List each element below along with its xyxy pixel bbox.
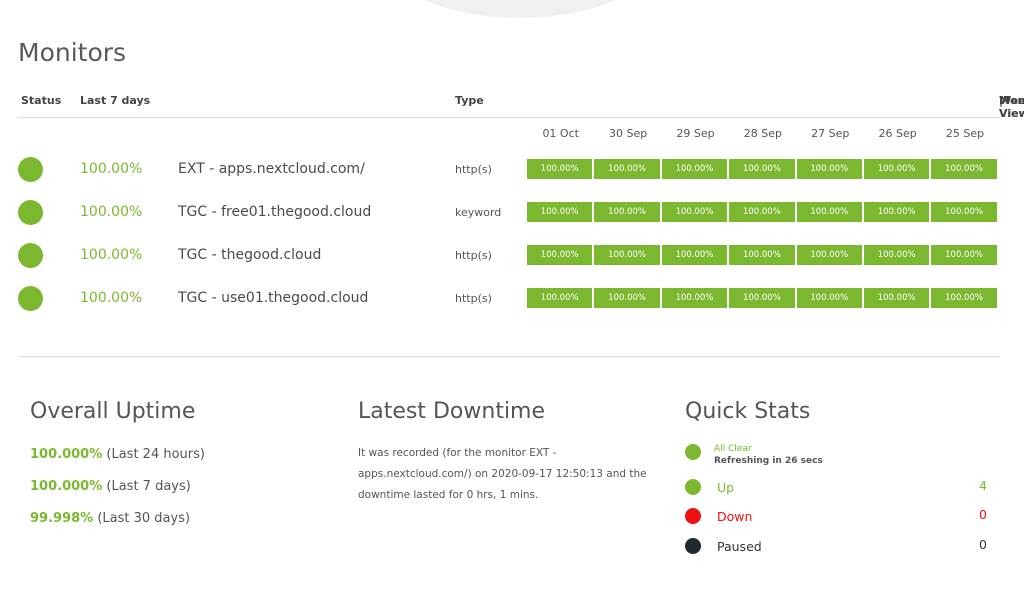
status-up-icon xyxy=(18,200,43,225)
monthly-view-link[interactable]: Monthly View xyxy=(999,94,1024,120)
uptime-period: (Last 30 days) xyxy=(97,511,191,526)
refresh-countdown: Refreshing in 26 secs xyxy=(714,456,823,466)
paused-label: Paused xyxy=(717,539,762,554)
header-decoration xyxy=(370,0,670,18)
day-uptime-bar: 100.00% xyxy=(796,202,862,222)
last-7-days-column-header: Last 7 days xyxy=(80,94,151,107)
day-uptime-bar: 100.00% xyxy=(931,202,997,222)
latest-downtime-title: Latest Downtime xyxy=(358,399,546,424)
monitor-name-link[interactable]: TGC - thegood.cloud xyxy=(178,247,321,263)
uptime-value: 100.000% xyxy=(30,447,103,462)
day-uptime-bar: 100.00% xyxy=(661,159,728,179)
monitor-type: http(s) xyxy=(455,249,492,262)
monitor-row: 100.00% EXT - apps.nextcloud.com/ http(s… xyxy=(18,157,1000,183)
day-uptime-bar: 100.00% xyxy=(863,245,930,265)
status-up-icon xyxy=(18,157,43,182)
date-label: 30 Sep xyxy=(608,127,648,140)
overall-uptime-title: Overall Uptime xyxy=(30,399,196,424)
uptime-7d: 100.000% (Last 7 days) xyxy=(30,479,191,494)
status-up-icon xyxy=(18,243,43,268)
date-label: 27 Sep xyxy=(811,127,850,140)
all-clear-status-icon xyxy=(685,444,701,460)
day-uptime-bar: 100.00% xyxy=(729,159,795,179)
day-uptime-bar: 100.00% xyxy=(661,202,728,222)
section-divider xyxy=(18,356,1000,357)
monitor-type: http(s) xyxy=(455,292,492,305)
day-uptime-bar: 100.00% xyxy=(931,288,997,308)
uptime-24h: 100.000% (Last 24 hours) xyxy=(30,447,205,462)
uptime-value: 100.000% xyxy=(30,479,103,494)
day-uptime-bar: 100.00% xyxy=(931,245,997,265)
day-uptime-bar: 100.00% xyxy=(594,159,660,179)
monitors-table-header: Status Last 7 days Type Weekly View | Mo… xyxy=(18,94,1024,120)
day-uptime-bar: 100.00% xyxy=(594,288,660,308)
day-uptime-bar: 100.00% xyxy=(661,245,728,265)
uptime-value: 99.998% xyxy=(30,511,94,526)
uptime-period: (Last 24 hours) xyxy=(106,447,205,462)
monitor-type: keyword xyxy=(455,206,502,219)
status-column-header: Status xyxy=(21,94,62,107)
day-uptime-bar: 100.00% xyxy=(796,288,862,308)
date-label: 28 Sep xyxy=(743,127,782,140)
day-uptime-bar: 100.00% xyxy=(796,159,862,179)
day-uptime-bar: 100.00% xyxy=(527,245,593,265)
day-uptime-bar: 100.00% xyxy=(729,245,795,265)
down-status-icon xyxy=(685,508,701,524)
date-label: 29 Sep xyxy=(676,127,715,140)
up-count: 4 xyxy=(979,478,987,493)
date-header-row: 01 Oct 30 Sep 29 Sep 28 Sep 27 Sep 26 Se… xyxy=(527,127,999,143)
monitor-uptime: 100.00% xyxy=(80,247,143,263)
header-divider xyxy=(18,117,1000,118)
day-uptime-bar: 100.00% xyxy=(527,288,593,308)
monitor-name-link[interactable]: TGC - use01.thegood.cloud xyxy=(178,290,368,306)
up-label: Up xyxy=(717,480,735,495)
monitor-row: 100.00% TGC - thegood.cloud http(s) 100.… xyxy=(18,243,1000,269)
date-label: 25 Sep xyxy=(945,127,985,140)
day-uptime-bar: 100.00% xyxy=(594,245,660,265)
uptime-period: (Last 7 days) xyxy=(106,479,191,494)
page-title: Monitors xyxy=(18,38,127,67)
monitor-row: 100.00% TGC - use01.thegood.cloud http(s… xyxy=(18,286,1000,312)
daily-uptime-bars: 100.00% 100.00% 100.00% 100.00% 100.00% … xyxy=(527,288,997,308)
status-up-icon xyxy=(18,286,43,311)
day-uptime-bar: 100.00% xyxy=(527,159,593,179)
daily-uptime-bars: 100.00% 100.00% 100.00% 100.00% 100.00% … xyxy=(527,202,997,222)
day-uptime-bar: 100.00% xyxy=(863,288,930,308)
uptime-30d: 99.998% (Last 30 days) xyxy=(30,511,190,526)
monitor-name-link[interactable]: TGC - free01.thegood.cloud xyxy=(178,204,371,220)
paused-status-icon xyxy=(685,538,701,554)
up-status-icon xyxy=(685,479,701,495)
daily-uptime-bars: 100.00% 100.00% 100.00% 100.00% 100.00% … xyxy=(527,159,997,179)
day-uptime-bar: 100.00% xyxy=(863,202,930,222)
monitor-uptime: 100.00% xyxy=(80,290,143,306)
day-uptime-bar: 100.00% xyxy=(796,245,862,265)
down-count: 0 xyxy=(979,507,987,522)
latest-downtime-text: It was recorded (for the monitor EXT - a… xyxy=(358,447,647,501)
monitor-uptime: 100.00% xyxy=(80,204,143,220)
day-uptime-bar: 100.00% xyxy=(931,159,997,179)
all-clear-label: All Clear xyxy=(714,444,752,454)
monitor-uptime: 100.00% xyxy=(80,161,143,177)
quick-stats-title: Quick Stats xyxy=(685,399,811,424)
monitor-type: http(s) xyxy=(455,163,492,176)
type-column-header: Type xyxy=(455,94,484,107)
date-label: 01 Oct xyxy=(542,127,579,140)
day-uptime-bar: 100.00% xyxy=(729,202,795,222)
day-uptime-bar: 100.00% xyxy=(594,202,660,222)
day-uptime-bar: 100.00% xyxy=(863,159,930,179)
day-uptime-bar: 100.00% xyxy=(729,288,795,308)
monitor-row: 100.00% TGC - free01.thegood.cloud keywo… xyxy=(18,200,1000,226)
paused-count: 0 xyxy=(979,537,987,552)
daily-uptime-bars: 100.00% 100.00% 100.00% 100.00% 100.00% … xyxy=(527,245,997,265)
day-uptime-bar: 100.00% xyxy=(527,202,593,222)
date-label: 26 Sep xyxy=(878,127,917,140)
down-label: Down xyxy=(717,509,753,524)
day-uptime-bar: 100.00% xyxy=(661,288,728,308)
monitor-name-link[interactable]: EXT - apps.nextcloud.com/ xyxy=(178,161,365,177)
